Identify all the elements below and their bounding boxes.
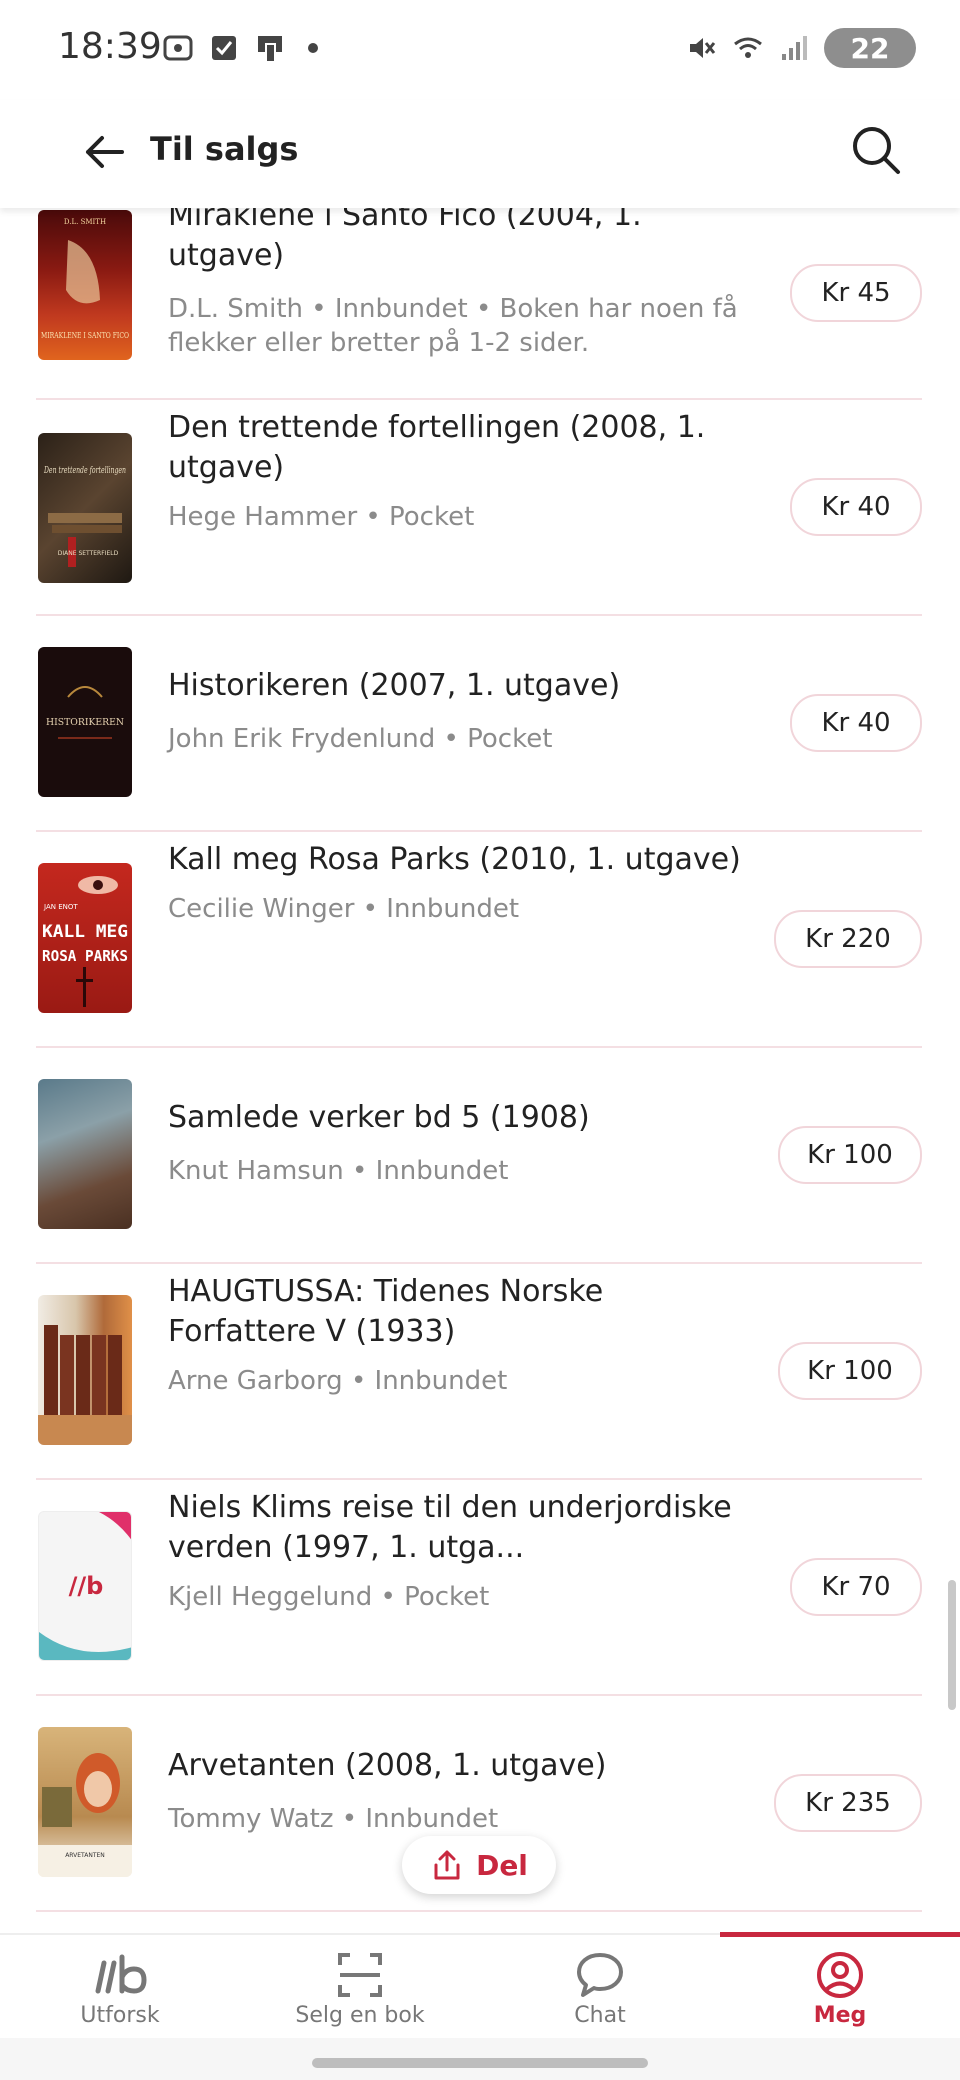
nav-utforsk[interactable]: Utforsk	[0, 1935, 240, 2040]
book-title: Historikeren (2007, 1. utgave)	[168, 668, 621, 703]
cover-author: JAN ENOT	[43, 903, 78, 911]
book-title: Den trettende fortellingen (2008, 1. utg…	[168, 410, 706, 485]
nav-meg[interactable]: Meg	[720, 1935, 960, 2040]
book-cover: ARVETANTEN	[38, 1727, 132, 1877]
screenshot-icon	[163, 35, 193, 61]
nav-label: Chat	[574, 2003, 626, 2028]
book-meta: Tommy Watz • Innbundet	[168, 1804, 499, 1834]
status-system-icons: 22	[686, 28, 916, 68]
home-indicator[interactable]	[312, 2058, 648, 2068]
explore-logo-icon	[90, 1949, 150, 2001]
book-meta: D.L. Smith • Innbundet • Boken har noen …	[168, 294, 738, 358]
cover-art: ARVETANTEN	[38, 1753, 132, 1877]
nav-chat[interactable]: Chat	[480, 1935, 720, 2040]
status-notification-icons	[162, 32, 318, 64]
cover-title-line-1: KALL MEG	[42, 922, 128, 942]
list-item[interactable]: Den trettende fortellingen DIANE SETTERF…	[36, 398, 922, 616]
book-meta: Cecilie Winger • Innbundet	[168, 894, 520, 924]
cover-title: Den trettende fortellingen	[43, 466, 126, 476]
price-chip[interactable]: Kr 40	[790, 694, 922, 752]
share-button[interactable]: Del	[402, 1836, 556, 1894]
cover-art	[38, 1325, 132, 1445]
cover-title-line-2: ROSA PARKS	[42, 947, 128, 965]
wifi-icon	[734, 37, 762, 58]
cover-art: HISTORIKEREN	[46, 686, 124, 739]
price-chip[interactable]: Kr 70	[790, 1558, 922, 1616]
status-bar: 18:39 22	[0, 0, 960, 100]
signal-icon	[782, 36, 807, 60]
book-title: Arvetanten (2008, 1. utgave)	[168, 1748, 607, 1783]
cover-author: D.L. SMITH	[64, 218, 106, 226]
book-title: Samlede verker bd 5 (1908)	[168, 1100, 590, 1135]
profile-icon	[815, 1949, 865, 2001]
arrow-left-icon	[86, 136, 124, 168]
search-button[interactable]	[844, 118, 908, 182]
list-item[interactable]: Samlede verker bd 5 (1908) Knut Hamsun •…	[36, 1046, 922, 1264]
cover-art: Den trettende fortellingen DIANE SETTERF…	[43, 466, 126, 567]
scrollbar[interactable]	[948, 1580, 956, 1710]
cover-title: MIRAKLENE I SANTO FICO	[41, 331, 129, 340]
price-chip[interactable]: Kr 100	[778, 1342, 922, 1400]
share-label: Del	[476, 1848, 528, 1882]
book-meta: Arne Garborg • Innbundet	[168, 1366, 508, 1396]
list-item[interactable]: //b Niels Klims reise til den underjordi…	[36, 1478, 922, 1696]
list-item[interactable]: D.L. SMITH MIRAKLENE I SANTO FICO Mirakl…	[36, 208, 922, 400]
book-cover: Den trettende fortellingen DIANE SETTERF…	[38, 433, 132, 583]
book-title: HAUGTUSSA: Tidenes Norske Forfattere V (…	[168, 1274, 604, 1349]
price-chip[interactable]: Kr 100	[778, 1126, 922, 1184]
book-meta: Hege Hammer • Pocket	[168, 502, 475, 532]
checkbox-icon	[212, 36, 236, 60]
list-item[interactable]: HAUGTUSSA: Tidenes Norske Forfattere V (…	[36, 1262, 922, 1480]
more-notifications-dot	[308, 43, 318, 53]
cover-art: JAN ENOT KALL MEG ROSA PARKS	[42, 876, 128, 1007]
book-title: Niels Klims reise til den underjordiske …	[168, 1490, 732, 1565]
mute-icon	[690, 38, 716, 58]
list-item[interactable]: JAN ENOT KALL MEG ROSA PARKS Kall meg Ro…	[36, 830, 922, 1048]
price-chip[interactable]: Kr 45	[790, 264, 922, 322]
book-cover	[38, 1295, 132, 1445]
book-cover: D.L. SMITH MIRAKLENE I SANTO FICO	[38, 210, 132, 360]
back-button[interactable]	[76, 124, 132, 180]
cover-art: //b	[39, 1512, 131, 1660]
cover-title: HISTORIKEREN	[46, 718, 124, 728]
book-meta: Kjell Heggelund • Pocket	[168, 1582, 490, 1612]
cover-art: D.L. SMITH MIRAKLENE I SANTO FICO	[41, 218, 129, 340]
battery-indicator: 22	[824, 28, 916, 68]
book-title: Kall meg Rosa Parks (2010, 1. utgave)	[168, 842, 741, 877]
nav-label: Selg en bok	[295, 2003, 425, 2028]
list-item[interactable]: HISTORIKEREN Historikeren (2007, 1. utga…	[36, 614, 922, 832]
book-title: Miraklene i Santo Fico (2004, 1. utgave)	[168, 208, 642, 273]
cover-logo: //b	[69, 1572, 104, 1600]
price-chip[interactable]: Kr 40	[790, 478, 922, 536]
status-time: 18:39	[58, 26, 162, 67]
book-cover: //b	[38, 1511, 132, 1661]
device-icon	[258, 36, 282, 63]
search-icon	[853, 127, 900, 174]
bottom-navigation: Utforsk Selg en bok Chat Meg	[0, 1932, 960, 2040]
book-cover: JAN ENOT KALL MEG ROSA PARKS	[38, 863, 132, 1013]
nav-selg-en-bok[interactable]: Selg en bok	[240, 1935, 480, 2040]
book-meta: Knut Hamsun • Innbundet	[168, 1156, 509, 1186]
share-icon	[434, 1850, 460, 1880]
cover-title: ARVETANTEN	[65, 1852, 105, 1859]
page-title: Til salgs	[150, 130, 299, 168]
chat-bubble-icon	[575, 1949, 625, 2001]
book-cover	[38, 1079, 132, 1229]
cover-author: DIANE SETTERFIELD	[58, 550, 119, 557]
price-chip[interactable]: Kr 220	[774, 910, 922, 968]
nav-label: Utforsk	[80, 2003, 160, 2028]
book-cover: HISTORIKEREN	[38, 647, 132, 797]
book-meta: John Erik Frydenlund • Pocket	[168, 724, 553, 754]
scan-icon	[336, 1949, 384, 2001]
app-bar: Til salgs	[0, 100, 960, 208]
price-chip[interactable]: Kr 235	[774, 1774, 922, 1832]
listing-list: D.L. SMITH MIRAKLENE I SANTO FICO Mirakl…	[0, 208, 960, 1933]
nav-label: Meg	[813, 2003, 867, 2028]
